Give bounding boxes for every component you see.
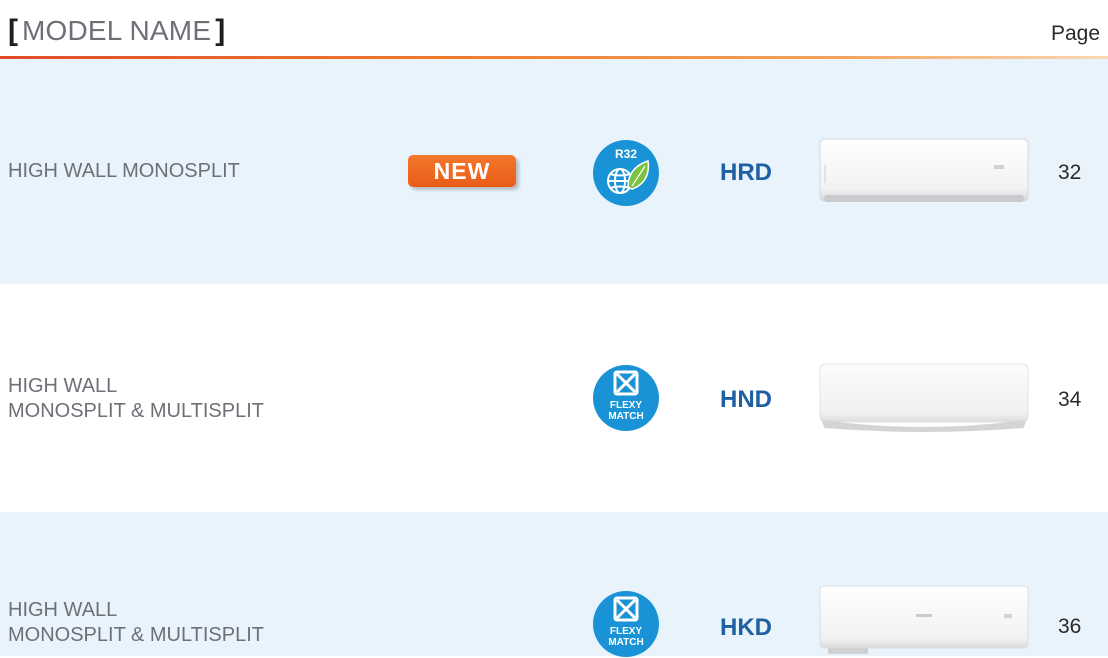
category-line: HIGH WALL MONOSPLIT	[8, 160, 240, 182]
bracket-open: [	[8, 14, 18, 47]
table-row: HIGH WALL MONOSPLIT NEW R32 HRD 32	[0, 59, 1108, 284]
page-number: 32	[1058, 161, 1082, 184]
air-conditioner-indoor-unit-image	[819, 363, 1029, 432]
table-header: [MODEL NAME] Page	[0, 0, 1108, 56]
table-row: HIGH WALL MONOSPLIT & MULTISPLIT FLEXY M…	[0, 284, 1108, 512]
air-conditioner-indoor-unit-image	[819, 585, 1029, 654]
product-category: HIGH WALL MONOSPLIT & MULTISPLIT	[8, 598, 264, 648]
column-title-model-name: [MODEL NAME]	[8, 14, 225, 48]
category-line: HIGH WALL	[8, 375, 118, 397]
r32-refrigerant-leaf-globe-icon: R32	[593, 140, 659, 206]
match-text: MATCH	[608, 637, 643, 648]
category-line: HIGH WALL	[8, 599, 118, 621]
model-code: HRD	[720, 159, 772, 186]
model-name-label: MODEL NAME	[22, 15, 212, 46]
model-code: HND	[720, 386, 772, 413]
column-title-page: Page	[1050, 22, 1100, 45]
product-category: HIGH WALL MONOSPLIT	[8, 159, 240, 184]
flexy-match-icon: FLEXY MATCH	[593, 365, 659, 431]
model-code: HKD	[720, 614, 772, 641]
flexy-match-icon: FLEXY MATCH	[593, 591, 659, 657]
page-number: 36	[1058, 615, 1082, 638]
category-line: MONOSPLIT & MULTISPLIT	[8, 624, 264, 646]
match-text: MATCH	[608, 411, 643, 422]
page-number: 34	[1058, 388, 1082, 411]
bracket-close: ]	[215, 14, 226, 47]
flexy-text: FLEXY	[610, 626, 643, 637]
new-badge: NEW	[408, 155, 516, 187]
air-conditioner-indoor-unit-image	[819, 138, 1029, 202]
flexy-text: FLEXY	[610, 400, 643, 411]
table-row: HIGH WALL MONOSPLIT & MULTISPLIT FLEXY M…	[0, 512, 1108, 657]
product-category: HIGH WALL MONOSPLIT & MULTISPLIT	[8, 374, 264, 424]
r32-text: R32	[615, 147, 637, 161]
category-line: MONOSPLIT & MULTISPLIT	[8, 400, 264, 422]
